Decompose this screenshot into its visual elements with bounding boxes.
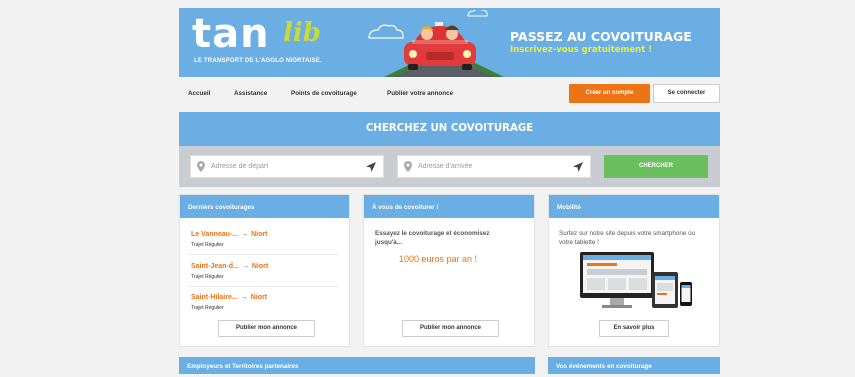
locate-arrow-icon[interactable] bbox=[366, 162, 376, 172]
partners-section-title: Employeurs et Territoires partenaires bbox=[179, 357, 535, 374]
nav-publier-annonce[interactable]: Publier votre annonce bbox=[387, 90, 453, 97]
banner-subheadline: Inscrivez-vous gratuitement ! bbox=[510, 45, 653, 55]
search-panel: CHERCHEZ UN COVOITURAGE Adresse de dépar… bbox=[179, 112, 720, 187]
arrival-input[interactable]: Adresse d'arrivée bbox=[397, 155, 591, 178]
location-pin-icon bbox=[197, 161, 205, 172]
promo-title: À vous de covoiturer ! bbox=[364, 195, 534, 218]
locate-arrow-icon[interactable] bbox=[573, 162, 583, 172]
trip-from[interactable]: Saint-Hilaire... bbox=[191, 294, 238, 301]
location-pin-icon bbox=[404, 161, 412, 172]
trip-item[interactable]: Saint-Hilaire... → Niort Trajet Régulier bbox=[191, 294, 341, 311]
trip-to[interactable]: Niort bbox=[252, 263, 268, 270]
create-account-button[interactable]: Créer un compte bbox=[569, 84, 650, 103]
nav-accueil[interactable]: Accueil bbox=[188, 90, 210, 97]
trip-from[interactable]: Le Vanneau-... bbox=[191, 231, 238, 238]
nav-assistance[interactable]: Assistance bbox=[234, 90, 267, 97]
devices-illustration bbox=[580, 252, 692, 308]
logo-lib[interactable]: lib bbox=[283, 18, 321, 48]
arrival-placeholder: Adresse d'arrivée bbox=[418, 163, 473, 170]
banner-headline: PASSEZ AU COVOITURAGE bbox=[510, 29, 692, 44]
recent-trips-title: Derniers covoiturages bbox=[180, 195, 349, 218]
search-button[interactable]: CHERCHER bbox=[604, 155, 708, 178]
events-section-title: Vos événements en covoiturage bbox=[548, 357, 720, 374]
promo-card: À vous de covoiturer ! Essayez le covoit… bbox=[363, 194, 535, 347]
page: tan lib LE TRANSPORT DE L'AGGLO NIORTAIS… bbox=[179, 0, 720, 374]
arrow-right-icon: → bbox=[241, 263, 249, 270]
promo-banner[interactable]: tan lib LE TRANSPORT DE L'AGGLO NIORTAIS… bbox=[179, 8, 720, 77]
trip-to[interactable]: Niort bbox=[251, 231, 267, 238]
mobility-text: Surfez sur notre site depuis votre smart… bbox=[559, 230, 696, 246]
trip-type: Trajet Régulier bbox=[191, 305, 224, 311]
trip-from[interactable]: Saint-Jean-d... bbox=[191, 263, 239, 270]
departure-input[interactable]: Adresse de départ bbox=[190, 155, 384, 178]
nav-points-covoiturage[interactable]: Points de covoiturage bbox=[291, 90, 357, 97]
departure-placeholder: Adresse de départ bbox=[211, 163, 269, 170]
promo-amount: 1000 euros par an ! bbox=[399, 254, 478, 264]
learn-more-button[interactable]: En savoir plus bbox=[599, 320, 669, 337]
search-title: CHERCHEZ UN COVOITURAGE bbox=[179, 112, 720, 146]
trip-item[interactable]: Saint-Jean-d... → Niort Trajet Régulier bbox=[191, 263, 341, 280]
arrow-right-icon: → bbox=[241, 231, 249, 238]
trip-item[interactable]: Le Vanneau-... → Niort Trajet Régulier bbox=[191, 231, 341, 248]
divider bbox=[188, 254, 339, 255]
trip-type: Trajet Régulier bbox=[191, 242, 224, 248]
logo-tagline: LE TRANSPORT DE L'AGGLO NIORTAISE. bbox=[194, 58, 322, 64]
arrow-right-icon: → bbox=[240, 294, 248, 301]
divider bbox=[188, 286, 339, 287]
logo-tan[interactable]: tan bbox=[192, 14, 270, 54]
trip-type: Trajet Régulier bbox=[191, 274, 224, 280]
recent-trips-card: Derniers covoiturages Le Vanneau-... → Nio… bbox=[179, 194, 350, 347]
mobility-card: Mobilité Surfez sur notre site depuis vo… bbox=[548, 194, 720, 347]
login-button[interactable]: Se connecter bbox=[653, 84, 720, 103]
carpool-car-illustration bbox=[368, 10, 504, 77]
promo-text: Essayez le covoiturage et économisez jus… bbox=[375, 230, 490, 246]
trip-to[interactable]: Niort bbox=[251, 294, 267, 301]
publish-ad-button[interactable]: Publier mon annonce bbox=[402, 320, 499, 337]
publish-ad-button[interactable]: Publier mon annonce bbox=[218, 320, 315, 337]
mobility-title: Mobilité bbox=[549, 195, 719, 218]
